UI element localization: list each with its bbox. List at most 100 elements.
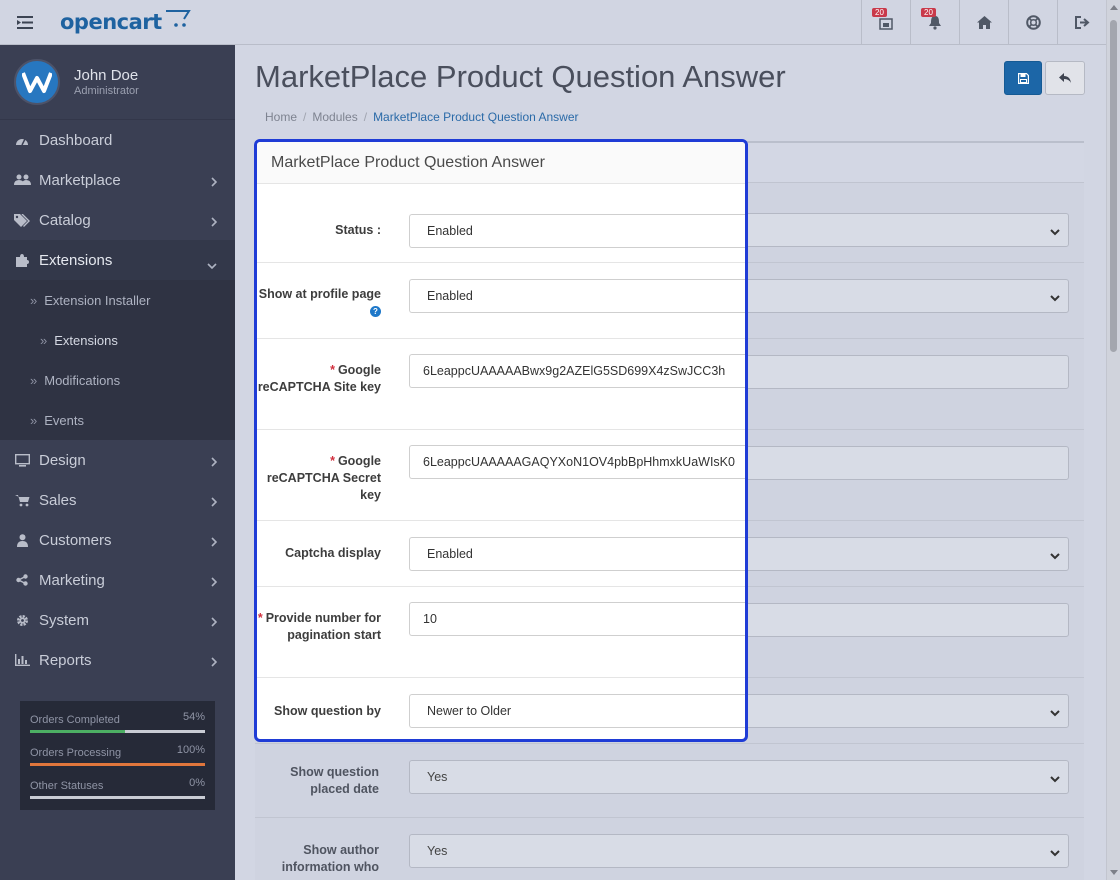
profile-name: John Doe [74, 67, 139, 84]
site-key-label: * Google reCAPTCHA Site key [257, 362, 381, 396]
sidebar-item-label: Extensions [39, 251, 113, 269]
back-button[interactable] [1045, 61, 1085, 95]
sidebar-subitem-label: Events [44, 412, 84, 428]
sidebar-item-design[interactable]: Design [0, 440, 235, 480]
sidebar-item-label: Sales [39, 491, 77, 509]
cog-icon [13, 614, 31, 627]
input-value: 6LeappcUAAAAAGAQYXoN1OV4pbBpHhmxkUaWIsK0 [423, 455, 735, 469]
stat-percent: 100% [176, 744, 205, 756]
lifebuoy-icon [1025, 15, 1041, 30]
opencart-logo[interactable]: opencart [60, 8, 191, 36]
breadcrumb-separator: / [363, 110, 368, 124]
input-value: 10 [423, 612, 437, 626]
progress-fill [30, 763, 205, 766]
logout-button[interactable] [1057, 0, 1106, 45]
home-button[interactable] [959, 0, 1008, 45]
chevron-right-icon [211, 574, 218, 591]
sign-out-icon [1074, 16, 1090, 29]
captcha-select[interactable]: Enabled [409, 537, 745, 571]
progress-bar [30, 796, 205, 799]
double-chevron-icon: » [30, 372, 38, 388]
required-marker: * [330, 363, 335, 377]
question-circle-icon[interactable]: ? [370, 306, 381, 318]
select-value: Enabled [427, 224, 473, 238]
monitor-icon [13, 453, 31, 467]
double-chevron-icon: » [40, 332, 48, 348]
question-order-select[interactable]: Newer to Older [409, 694, 745, 728]
order-stats: Orders Completed 54% Orders Processing 1… [20, 701, 215, 810]
sidebar-item-marketing[interactable]: Marketing [0, 560, 235, 600]
sidebar-subitem-modifications[interactable]: » Modifications [0, 360, 235, 400]
sidebar-item-label: Marketplace [39, 171, 121, 189]
author-info-select[interactable]: Yes [409, 834, 1069, 868]
sidebar-item-reports[interactable]: Reports [0, 640, 235, 680]
bell-icon [929, 16, 941, 30]
pagination-input[interactable]: 10 [409, 602, 745, 636]
save-button[interactable] [1004, 61, 1042, 95]
stat-percent: 54% [182, 711, 205, 723]
select-value: Yes [427, 770, 448, 784]
form-row-site-key: * Google reCAPTCHA Site key 6LeappcUAAAAA… [257, 339, 745, 430]
stat-orders-completed: Orders Completed 54% [30, 711, 205, 744]
progress-fill [30, 730, 125, 733]
double-chevron-icon: » [30, 412, 38, 428]
site-key-label-text: Google reCAPTCHA Site key [257, 363, 381, 394]
top-header: opencart 20 20 [0, 0, 1106, 45]
status-select[interactable]: Enabled [409, 214, 745, 248]
floppy-disk-icon [1017, 72, 1029, 84]
sidebar-item-marketplace[interactable]: Marketplace [0, 160, 235, 200]
site-key-input[interactable]: 6LeappcUAAAAABwx9g2AZElG5SD699X4zSwJCC3h [409, 354, 745, 388]
sidebar-subitem-label: Extension Installer [44, 292, 151, 308]
chevron-down-icon [1050, 225, 1060, 239]
chevron-right-icon [211, 534, 218, 551]
breadcrumb-modules[interactable]: Modules [312, 110, 357, 124]
secret-key-input[interactable]: 6LeappcUAAAAAGAQYXoN1OV4pbBpHhmxkUaWIsK0 [409, 445, 745, 479]
scroll-up-icon[interactable] [1110, 5, 1118, 10]
breadcrumb-current[interactable]: MarketPlace Product Question Answer [373, 110, 578, 124]
profile-role: Administrator [74, 85, 139, 97]
sidebar-item-label: Dashboard [39, 131, 113, 149]
sidebar-item-customers[interactable]: Customers [0, 520, 235, 560]
pagination-label-text: Provide number for pagination start [265, 611, 381, 642]
chevron-down-icon [1050, 846, 1060, 860]
notifications-button[interactable]: 20 [910, 0, 959, 45]
sidebar-item-label: System [39, 611, 90, 629]
sidebar-subitem-extension-installer[interactable]: » Extension Installer [0, 280, 235, 320]
alerts-button[interactable]: 20 [861, 0, 910, 45]
chevron-right-icon [211, 494, 218, 511]
form-row-question-date: Show question placed date Yes [255, 744, 1084, 818]
vertical-scrollbar[interactable] [1106, 0, 1120, 880]
breadcrumb-home[interactable]: Home [265, 110, 297, 124]
breadcrumb: Home / Modules / MarketPlace Product Que… [265, 110, 579, 124]
sidebar-item-dashboard[interactable]: Dashboard [0, 120, 235, 160]
progress-bar [30, 730, 205, 733]
question-date-select[interactable]: Yes [409, 760, 1069, 794]
sidebar-item-sales[interactable]: Sales [0, 480, 235, 520]
form-row-question-order: Show question by Newer to Older [257, 678, 745, 739]
help-button[interactable] [1008, 0, 1057, 45]
form-row-status: Status : Enabled [257, 184, 745, 263]
user-profile[interactable]: John Doe Administrator [0, 45, 235, 120]
author-info-label: Show author information who [281, 843, 379, 874]
input-value: 6LeappcUAAAAABwx9g2AZElG5SD699X4zSwJCC3h [423, 364, 726, 378]
sidebar-item-catalog[interactable]: Catalog [0, 200, 235, 240]
panel-title: MarketPlace Product Question Answer [257, 142, 745, 184]
share-icon [13, 574, 31, 586]
sidebar-item-label: Catalog [39, 211, 91, 229]
sidebar-item-extensions[interactable]: Extensions [0, 240, 235, 280]
sidebar-item-label: Customers [39, 531, 112, 549]
scroll-down-icon[interactable] [1110, 870, 1118, 875]
scrollbar-thumb[interactable] [1110, 20, 1117, 352]
stat-other-statuses: Other Statuses 0% [30, 777, 205, 810]
users-icon [13, 174, 31, 186]
chevron-down-icon [1050, 772, 1060, 786]
sidebar-subitem-events[interactable]: » Events [0, 400, 235, 440]
profile-select[interactable]: Enabled [409, 279, 745, 313]
chevron-right-icon [211, 454, 218, 471]
sidebar-item-system[interactable]: System [0, 600, 235, 640]
secret-key-label-text: Google reCAPTCHA Secret key [266, 454, 381, 502]
menu-toggle-icon[interactable] [0, 0, 50, 45]
home-icon [976, 16, 992, 29]
stat-percent: 0% [189, 777, 205, 789]
sidebar-subitem-extensions[interactable]: » Extensions [0, 320, 235, 360]
